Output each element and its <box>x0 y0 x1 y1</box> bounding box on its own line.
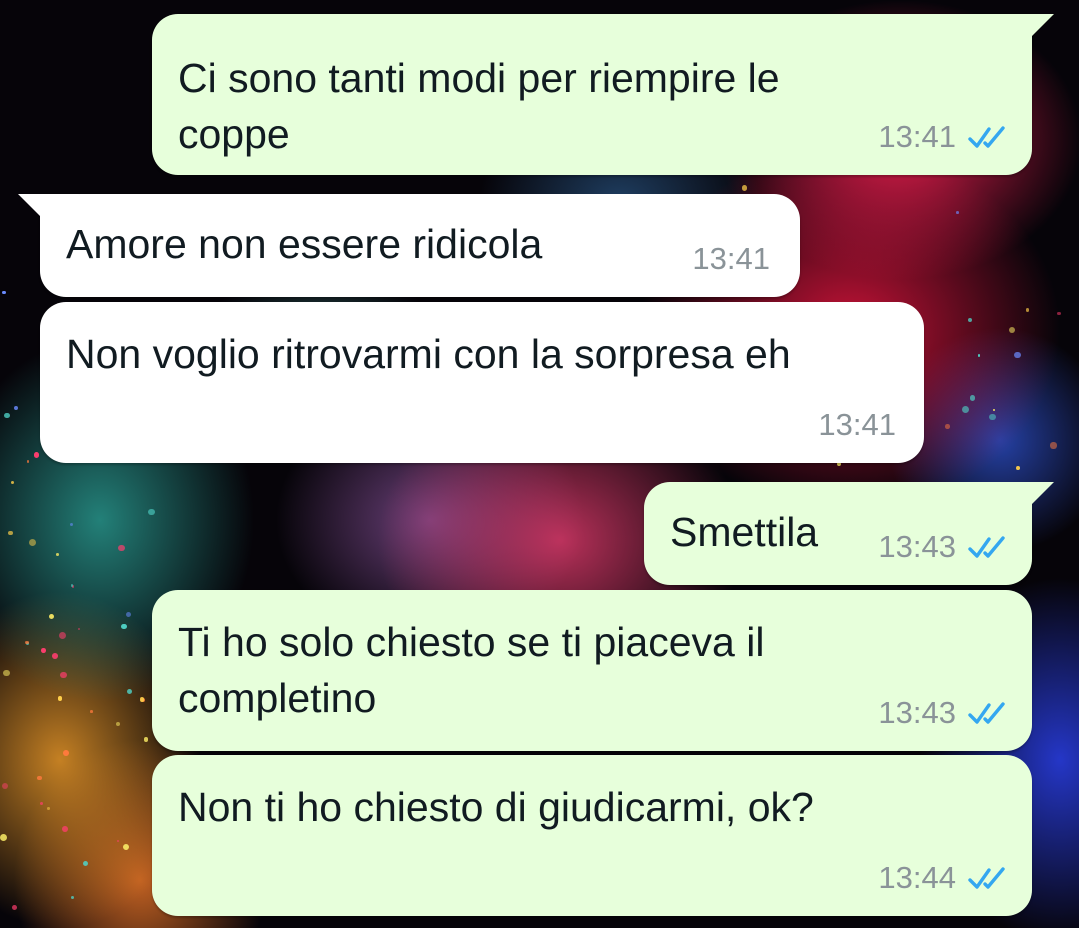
bubble-tail <box>1032 14 1054 36</box>
message-text: Ti ho solo chiesto se ti piaceva il comp… <box>178 619 765 721</box>
message-timestamp: 13:41 <box>692 241 770 276</box>
double-check-icon <box>968 865 1010 891</box>
message-text: Ci sono tanti modi per riempire le coppe <box>178 55 780 157</box>
message-text: Non voglio ritrovarmi con la sorpresa eh <box>66 331 791 377</box>
double-check-icon <box>968 534 1010 560</box>
message-meta: 13:43 <box>878 695 1010 731</box>
outgoing-message-bubble[interactable]: Smettila 13:43 <box>644 482 1054 585</box>
message-timestamp: 13:43 <box>878 695 956 730</box>
message-timestamp: 13:41 <box>818 407 896 442</box>
message-timestamp: 13:44 <box>878 860 956 895</box>
message-list[interactable]: Ci sono tanti modi per riempire le coppe… <box>0 0 1079 928</box>
bubble-tail <box>1032 482 1054 504</box>
message-meta: 13:43 <box>878 529 1010 565</box>
outgoing-message-bubble[interactable]: Non ti ho chiesto di giudicarmi, ok? 13:… <box>152 755 1032 916</box>
double-check-icon <box>968 700 1010 726</box>
message-timestamp: 13:41 <box>878 119 956 154</box>
message-text: Non ti ho chiesto di giudicarmi, ok? <box>178 784 814 830</box>
message-text: Amore non essere ridicola <box>66 221 543 267</box>
message-text: Smettila <box>670 509 819 555</box>
double-check-icon <box>968 124 1010 150</box>
message-meta: 13:44 <box>878 860 1010 896</box>
message-meta: 13:41 <box>692 241 770 277</box>
incoming-message-bubble[interactable]: Non voglio ritrovarmi con la sorpresa eh… <box>40 302 924 463</box>
outgoing-message-bubble[interactable]: Ti ho solo chiesto se ti piaceva il comp… <box>152 590 1032 751</box>
message-timestamp: 13:43 <box>878 529 956 564</box>
incoming-message-bubble[interactable]: Amore non essere ridicola 13:41 <box>18 194 800 297</box>
outgoing-message-bubble[interactable]: Ci sono tanti modi per riempire le coppe… <box>152 14 1054 175</box>
message-meta: 13:41 <box>818 407 896 443</box>
message-meta: 13:41 <box>878 119 1010 155</box>
bubble-tail <box>18 194 40 216</box>
